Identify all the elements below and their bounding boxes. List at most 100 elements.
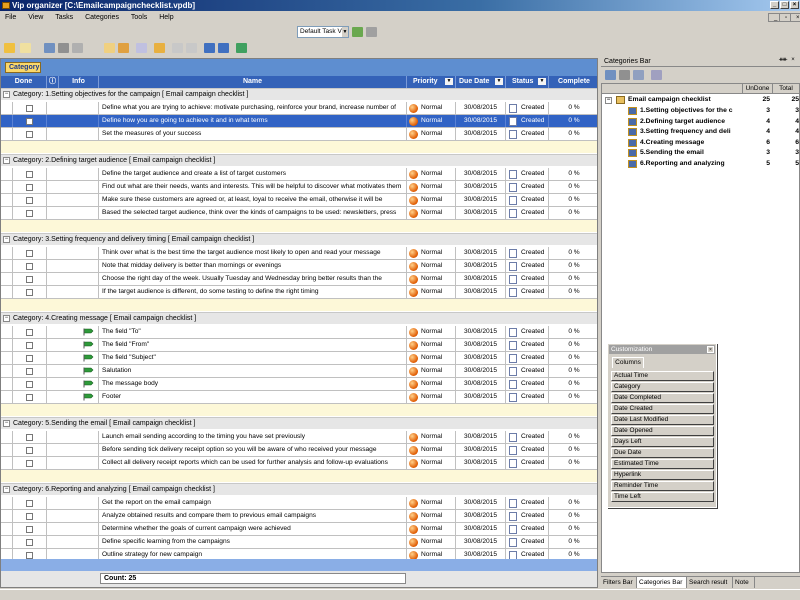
priority-cell[interactable]: Normal <box>407 273 456 285</box>
collapse-toggle-icon[interactable]: − <box>3 236 10 243</box>
tab-filters-bar[interactable]: Filters Bar <box>601 577 637 588</box>
tree-node-category[interactable]: 4.Creating message 6 6 <box>602 138 799 148</box>
status-cell[interactable]: Created <box>506 207 549 219</box>
collapse-toggle-icon[interactable]: − <box>3 315 10 322</box>
task-name[interactable]: Define what you are trying to achieve: m… <box>99 102 407 114</box>
column-chooser-item[interactable]: Category <box>611 382 714 392</box>
undo-icon[interactable] <box>154 43 165 53</box>
task-row[interactable]: Based the selected target audience, thin… <box>1 207 597 220</box>
collapse-toggle-icon[interactable]: − <box>605 97 612 104</box>
complete-cell[interactable]: 0 % <box>549 168 597 180</box>
done-checkbox[interactable] <box>26 552 33 559</box>
task-row[interactable]: The field "Subject" Normal 30/08/2015 Creat… <box>1 352 597 365</box>
due-date-cell[interactable]: 30/08/2015 <box>456 326 506 338</box>
column-chooser-item[interactable]: Hyperlink <box>611 470 714 480</box>
due-date-cell[interactable]: 30/08/2015 <box>456 352 506 364</box>
priority-cell[interactable]: Normal <box>407 378 456 390</box>
priority-cell[interactable]: Normal <box>407 497 456 509</box>
status-cell[interactable]: Created <box>506 378 549 390</box>
collapse-toggle-icon[interactable]: − <box>3 157 10 164</box>
column-chooser-item[interactable]: Time Left <box>611 492 714 502</box>
status-cell[interactable]: Created <box>506 286 549 298</box>
done-checkbox[interactable] <box>26 171 33 178</box>
due-date-cell[interactable]: 30/08/2015 <box>456 168 506 180</box>
menu-tasks[interactable]: Tasks <box>50 12 78 24</box>
menu-view[interactable]: View <box>23 12 48 24</box>
due-date-cell[interactable]: 30/08/2015 <box>456 457 506 469</box>
priority-cell[interactable]: Normal <box>407 510 456 522</box>
due-date-cell[interactable]: 30/08/2015 <box>456 365 506 377</box>
priority-cell[interactable]: Normal <box>407 444 456 456</box>
menu-categories[interactable]: Categories <box>80 12 124 24</box>
done-checkbox[interactable] <box>26 197 33 204</box>
status-cell[interactable]: Created <box>506 273 549 285</box>
complete-cell[interactable]: 0 % <box>549 128 597 140</box>
complete-cell[interactable]: 0 % <box>549 510 597 522</box>
chevron-down-icon[interactable]: ▼ <box>538 78 546 85</box>
due-date-cell[interactable]: 30/08/2015 <box>456 523 506 535</box>
task-name[interactable]: Analyze obtained results and compare the… <box>99 510 407 522</box>
priority-cell[interactable]: Normal <box>407 181 456 193</box>
done-checkbox[interactable] <box>26 513 33 520</box>
column-chooser-item[interactable]: Actual Time <box>611 371 714 381</box>
task-name[interactable]: Define specific learning from the campai… <box>99 536 407 548</box>
tree-node-category[interactable]: 3.Setting frequency and deli 4 4 <box>602 127 799 137</box>
due-date-cell[interactable]: 30/08/2015 <box>456 194 506 206</box>
task-row[interactable]: Define specific learning from the campai… <box>1 536 597 549</box>
priority-cell[interactable]: Normal <box>407 457 456 469</box>
task-row[interactable]: Think over what is the best time the tar… <box>1 247 597 260</box>
done-checkbox[interactable] <box>26 368 33 375</box>
minimize-button[interactable]: _ <box>770 1 779 9</box>
complete-cell[interactable]: 0 % <box>549 523 597 535</box>
task-name[interactable]: Launch email sending according to the ti… <box>99 431 407 443</box>
status-cell[interactable]: Created <box>506 194 549 206</box>
task-row[interactable]: Note that midday delivery is better than… <box>1 260 597 273</box>
col-priority[interactable]: Priority ▼ <box>407 76 456 88</box>
complete-cell[interactable]: 0 % <box>549 365 597 377</box>
status-cell[interactable]: Created <box>506 523 549 535</box>
category-group-header[interactable]: − Category: 6.Reporting and analyzing [ E… <box>1 483 597 495</box>
col-info-icon[interactable]: ⓘ <box>47 76 59 88</box>
task-name[interactable]: Determine whether the goals of current c… <box>99 523 407 535</box>
priority-cell[interactable]: Normal <box>407 339 456 351</box>
column-chooser-item[interactable]: Estimated Time <box>611 459 714 469</box>
task-name[interactable]: Collect all delivery receipt reports whi… <box>99 457 407 469</box>
menu-help[interactable]: Help <box>154 12 178 24</box>
col-done[interactable]: Done <box>1 76 47 88</box>
priority-cell[interactable]: Normal <box>407 260 456 272</box>
task-name[interactable]: The message body <box>99 378 407 390</box>
task-name[interactable]: Define the target audience and create a … <box>99 168 407 180</box>
done-checkbox[interactable] <box>26 526 33 533</box>
due-date-cell[interactable]: 30/08/2015 <box>456 431 506 443</box>
done-checkbox[interactable] <box>26 289 33 296</box>
tree-node-category[interactable]: 5.Sending the email 3 3 <box>602 148 799 158</box>
outdent-icon[interactable] <box>218 43 229 53</box>
collapse-toggle-icon[interactable]: − <box>3 486 10 493</box>
status-cell[interactable]: Created <box>506 497 549 509</box>
task-row[interactable]: Find out what are their needs, wants and… <box>1 181 597 194</box>
done-checkbox[interactable] <box>26 118 33 125</box>
new-task-icon[interactable] <box>104 43 115 53</box>
chevron-down-icon[interactable]: ▼ <box>342 27 348 37</box>
col-due-date[interactable]: Due Date ▼ <box>456 76 506 88</box>
done-checkbox[interactable] <box>26 263 33 270</box>
task-row[interactable]: Make sure these customers are agreed or,… <box>1 194 597 207</box>
pin-icon[interactable]: ᚔ <box>779 57 787 65</box>
priority-cell[interactable]: Normal <box>407 128 456 140</box>
due-date-cell[interactable]: 30/08/2015 <box>456 444 506 456</box>
close-icon[interactable]: × <box>707 346 714 353</box>
complete-cell[interactable]: 0 % <box>549 444 597 456</box>
category-group-header[interactable]: − Category: 2.Defining target audience [ … <box>1 154 597 166</box>
collapse-toggle-icon[interactable]: − <box>3 91 10 98</box>
task-row[interactable]: The field "To" Normal 30/08/2015 Created 0 % <box>1 326 597 339</box>
delete-view-icon[interactable] <box>366 27 377 37</box>
status-cell[interactable]: Created <box>506 168 549 180</box>
status-cell[interactable]: Created <box>506 115 549 127</box>
done-checkbox[interactable] <box>26 210 33 217</box>
col-undone[interactable]: UnDone <box>742 84 772 94</box>
due-date-cell[interactable]: 30/08/2015 <box>456 378 506 390</box>
category-group-header[interactable]: − Category: 5.Sending the email [ Email c… <box>1 417 597 429</box>
save-icon[interactable] <box>44 43 55 53</box>
status-cell[interactable]: Created <box>506 339 549 351</box>
priority-cell[interactable]: Normal <box>407 207 456 219</box>
